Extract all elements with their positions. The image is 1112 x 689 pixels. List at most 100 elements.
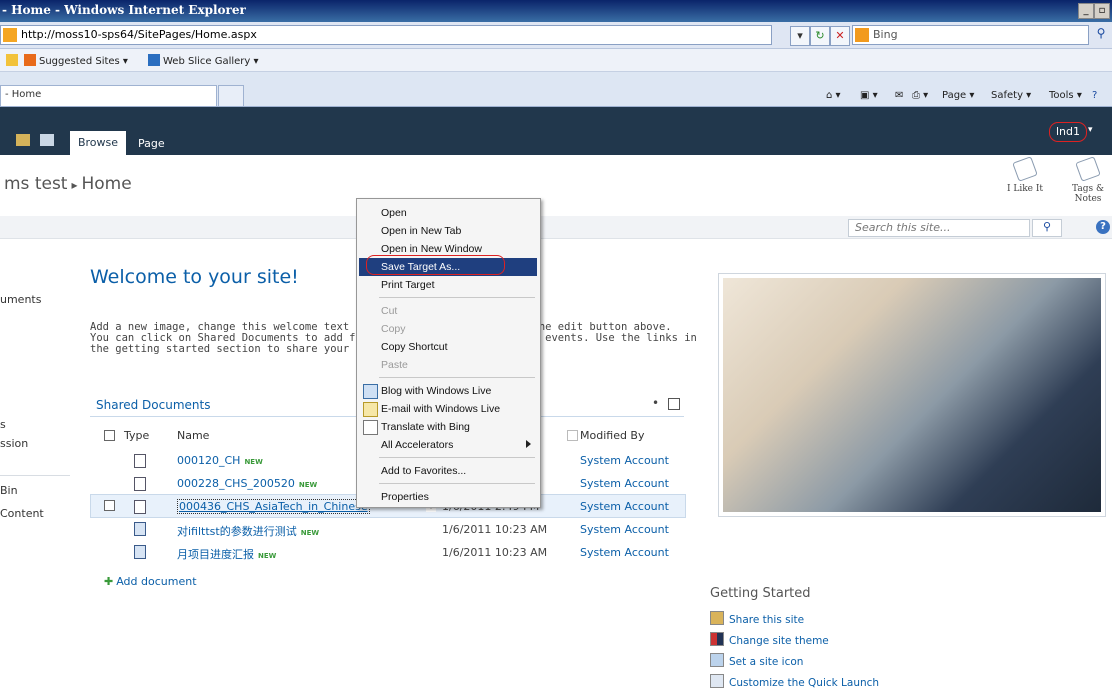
modified-by-link[interactable]: System Account: [580, 546, 669, 559]
column-header-type[interactable]: Type: [124, 429, 149, 442]
ie-page-icon: [148, 54, 160, 66]
document-link[interactable]: 000436_CHS_AsiaTech_in_Chinese: [177, 499, 370, 514]
refresh-icon[interactable]: ↻: [810, 26, 830, 46]
document-link[interactable]: 000228_CHS_200520 NEW: [177, 477, 317, 490]
stop-icon[interactable]: ✕: [830, 26, 850, 46]
site-search-button[interactable]: ⚲: [1032, 219, 1062, 237]
menu-item-blog-windows-live[interactable]: Blog with Windows Live: [359, 382, 537, 400]
address-bar-row: http://moss10-sps64/SitePages/Home.aspx …: [0, 22, 1112, 49]
tab-browse[interactable]: Browse: [70, 131, 126, 155]
windows-live-blog-icon: [363, 384, 378, 399]
menu-item-open[interactable]: Open: [359, 204, 537, 222]
site-search-input[interactable]: Search this site...: [848, 219, 1030, 237]
url-host: http://moss10-sps64: [21, 28, 135, 41]
menu-item-cut: Cut: [381, 305, 398, 317]
browser-tab-active[interactable]: - Home: [0, 85, 217, 106]
breadcrumb-separator-icon: ▸: [71, 178, 78, 192]
document-link[interactable]: 000120_CH NEW: [177, 454, 263, 467]
share-icon: [710, 611, 724, 625]
favorites-bar: Suggested Sites ▾ Web Slice Gallery ▾: [0, 49, 1112, 72]
tools-menu[interactable]: Tools ▾: [1049, 90, 1082, 101]
select-all-checkbox[interactable]: [104, 430, 115, 441]
quick-launch-icon: [710, 674, 724, 688]
people-photo: [723, 278, 1101, 512]
maximize-icon[interactable]: ▫: [1094, 3, 1110, 19]
favorite-web-slice-gallery[interactable]: Web Slice Gallery ▾: [148, 54, 259, 67]
annotation-highlight-ring: [366, 255, 505, 275]
search-icon[interactable]: ⚲: [1092, 26, 1110, 44]
library-title[interactable]: Shared Documents: [96, 398, 210, 412]
bing-logo-icon: [855, 28, 869, 42]
quick-launch-documents[interactable]: uments: [0, 293, 41, 306]
search-icon: ⚲: [1042, 220, 1052, 233]
menu-item-email-windows-live[interactable]: E-mail with Windows Live: [359, 400, 537, 418]
browser-search-input[interactable]: Bing: [852, 25, 1089, 45]
tag-notes-icon: [1075, 156, 1101, 182]
i-like-it-button[interactable]: I Like It: [1005, 156, 1045, 194]
help-menu-icon[interactable]: ?: [1092, 90, 1097, 101]
modified-date: 1/6/2011 10:23 AM: [442, 523, 548, 536]
menu-item-translate-bing[interactable]: Translate with Bing: [359, 418, 537, 436]
quick-launch-discussion[interactable]: ssion: [0, 437, 28, 450]
quick-launch-divider: [0, 475, 70, 476]
document-link[interactable]: 月项目进度汇报 NEW: [177, 546, 276, 562]
library-menu-icon[interactable]: •: [652, 396, 659, 410]
submenu-arrow-icon: [526, 440, 531, 448]
home-icon[interactable]: ⌂ ▾: [826, 90, 841, 101]
minimize-icon[interactable]: _: [1078, 3, 1094, 19]
getting-started-title: Getting Started: [710, 586, 811, 601]
site-image: [718, 273, 1106, 517]
feeds-icon[interactable]: ▣ ▾: [860, 90, 878, 101]
window-titlebar: - Home - Windows Internet Explorer _ ▫: [0, 0, 1112, 22]
modified-by-link[interactable]: System Account: [580, 454, 669, 467]
share-site-link[interactable]: Share this site: [710, 611, 804, 626]
quick-launch-recycle-bin[interactable]: Bin: [0, 484, 18, 497]
help-icon[interactable]: ?: [1096, 220, 1110, 234]
mail-icon[interactable]: ✉: [895, 90, 903, 101]
context-menu: Open Open in New Tab Open in New Window …: [356, 198, 541, 508]
quick-launch-lists[interactable]: s: [0, 418, 6, 431]
title-area: [0, 155, 1112, 215]
modified-by-link[interactable]: System Account: [580, 477, 669, 490]
address-input[interactable]: http://moss10-sps64/SitePages/Home.aspx: [0, 25, 772, 45]
modified-by-link[interactable]: System Account: [580, 523, 669, 536]
edit-page-icon[interactable]: [40, 134, 54, 146]
menu-separator: [379, 377, 535, 378]
document-link[interactable]: 对ifilttst的参数进行测试 NEW: [177, 523, 319, 539]
library-select-checkbox[interactable]: [668, 398, 680, 410]
set-site-icon-link[interactable]: Set a site icon: [710, 653, 803, 668]
site-actions-folder-icon[interactable]: [16, 134, 30, 146]
menu-item-all-accelerators[interactable]: All Accelerators: [359, 436, 537, 454]
menu-item-copy: Copy: [381, 323, 406, 335]
menu-item-print-target[interactable]: Print Target: [359, 276, 537, 294]
breadcrumb-site[interactable]: ms test: [4, 174, 67, 194]
column-header-name[interactable]: Name: [177, 429, 209, 442]
address-dropdown-icon[interactable]: ▾: [790, 26, 810, 46]
new-tab-button[interactable]: [218, 85, 244, 106]
favorites-star-icon[interactable]: [6, 54, 21, 67]
tags-notes-button[interactable]: Tags & Notes: [1068, 156, 1108, 204]
safety-menu[interactable]: Safety ▾: [991, 90, 1031, 101]
row-select-checkbox[interactable]: [104, 500, 115, 511]
menu-item-add-to-favorites[interactable]: Add to Favorites...: [359, 462, 537, 480]
theme-icon: [710, 632, 724, 646]
column-header-modified-by[interactable]: Modified By: [580, 429, 645, 442]
chevron-down-icon[interactable]: ▾: [1088, 125, 1093, 135]
menu-item-open-new-tab[interactable]: Open in New Tab: [359, 222, 537, 240]
page-menu[interactable]: Page ▾: [942, 90, 974, 101]
change-theme-link[interactable]: Change site theme: [710, 632, 829, 647]
add-document-link[interactable]: ✚ Add document: [104, 575, 197, 588]
quick-launch-site-content[interactable]: Content: [0, 507, 44, 520]
translate-icon: [363, 420, 378, 435]
print-icon[interactable]: ⎙ ▾: [912, 90, 928, 101]
modified-by-link[interactable]: System Account: [580, 500, 669, 513]
tab-page[interactable]: Page: [138, 137, 165, 150]
new-badge: NEW: [300, 529, 320, 537]
url-path: /SitePages/Home.aspx: [134, 28, 257, 41]
menu-item-copy-shortcut[interactable]: Copy Shortcut: [359, 338, 537, 356]
add-icon: ✚: [104, 575, 114, 588]
user-menu[interactable]: lnd1: [1049, 122, 1087, 142]
favorite-suggested-sites[interactable]: Suggested Sites ▾: [24, 54, 128, 67]
menu-item-properties[interactable]: Properties: [359, 488, 537, 506]
breadcrumb-page: Home: [81, 174, 132, 194]
